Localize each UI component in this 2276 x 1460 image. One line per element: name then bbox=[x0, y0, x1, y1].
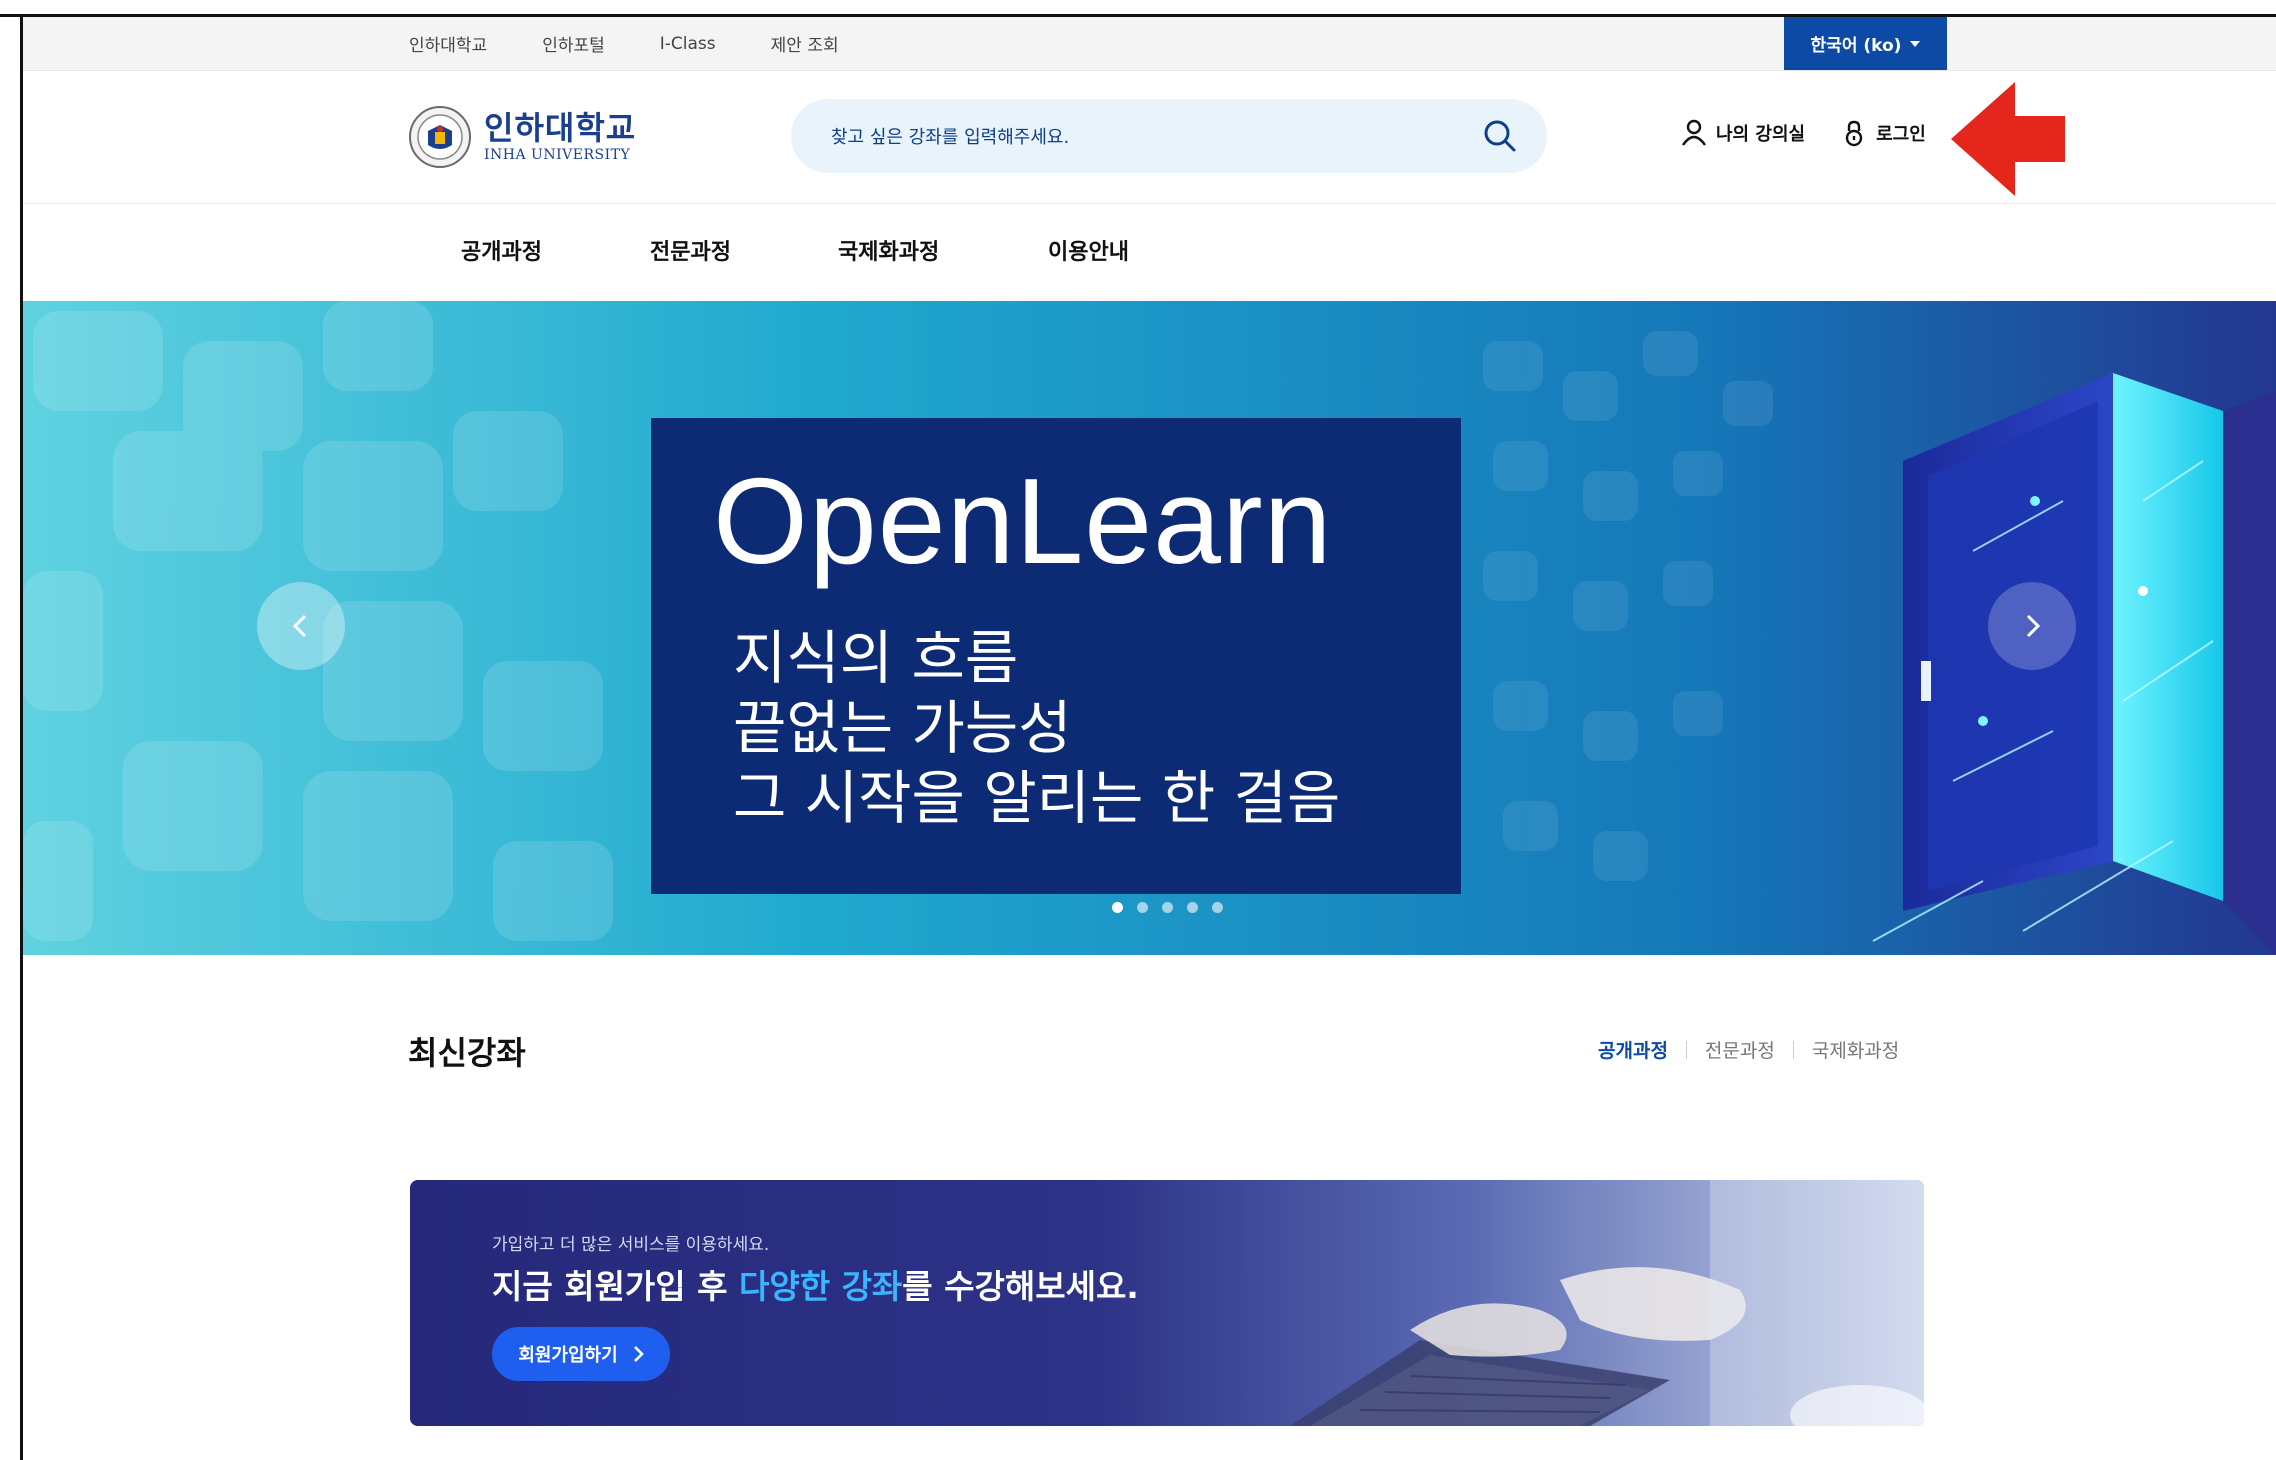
latest-lectures-title: 최신강좌 bbox=[408, 1034, 526, 1072]
signup-button[interactable]: 회원가입하기 bbox=[492, 1327, 670, 1381]
hero-title: OpenLearn bbox=[713, 453, 1333, 589]
tab-international-course[interactable]: 국제화과정 bbox=[1812, 1036, 1899, 1063]
main-nav: 공개과정 전문과정 국제화과정 이용안내 bbox=[23, 204, 2276, 300]
search-bar bbox=[791, 99, 1547, 175]
university-seal-icon bbox=[409, 106, 471, 168]
util-link-iclass[interactable]: I-Class bbox=[660, 34, 716, 54]
logo-korean: 인하대학교 bbox=[484, 109, 637, 147]
chevron-left-icon bbox=[292, 614, 307, 638]
site-logo[interactable]: 인하대학교 INHA UNIVERSITY bbox=[408, 104, 636, 170]
chevron-right-icon bbox=[2026, 614, 2041, 638]
tab-professional-course[interactable]: 전문과정 bbox=[1705, 1036, 1775, 1063]
hero-prev-button[interactable] bbox=[257, 582, 345, 670]
logo-english: INHA UNIVERSITY bbox=[484, 147, 631, 163]
nav-item-professional-course[interactable]: 전문과정 bbox=[650, 234, 731, 266]
signup-headline-post: 를 수강해보세요. bbox=[902, 1267, 1139, 1306]
hero-dot[interactable] bbox=[1187, 902, 1198, 913]
annotation-arrow-icon bbox=[1951, 82, 2065, 196]
hero-dot[interactable] bbox=[1212, 902, 1223, 913]
my-classroom-link[interactable]: 나의 강의실 bbox=[1681, 119, 1805, 147]
hero-subtitle: 지식의 흐름 끝없는 가능성 그 시작을 알리는 한 걸음 bbox=[733, 623, 1340, 833]
signup-headline-pre: 지금 회원가입 후 bbox=[492, 1267, 739, 1306]
language-select[interactable]: 한국어 (ko) bbox=[1784, 17, 1947, 70]
util-link-inha[interactable]: 인하대학교 bbox=[409, 31, 487, 56]
caret-down-icon bbox=[1910, 40, 1921, 47]
nav-item-guide[interactable]: 이용안내 bbox=[1048, 234, 1129, 266]
hero-dot[interactable] bbox=[1162, 902, 1173, 913]
nav-item-open-course[interactable]: 공개과정 bbox=[461, 234, 542, 266]
my-classroom-label: 나의 강의실 bbox=[1716, 124, 1806, 145]
signup-small-text: 가입하고 더 많은 서비스를 이용하세요. bbox=[492, 1235, 770, 1255]
hero-next-button[interactable] bbox=[1988, 582, 2076, 670]
utility-links: 인하대학교 인하포털 I-Class 제안 조회 bbox=[409, 17, 839, 70]
login-label: 로그인 bbox=[1876, 124, 1926, 145]
hero-subtitle-line: 끝없는 가능성 bbox=[733, 694, 1072, 762]
hero-dot[interactable] bbox=[1112, 902, 1123, 913]
search-icon[interactable] bbox=[1481, 117, 1519, 155]
tab-open-course[interactable]: 공개과정 bbox=[1598, 1036, 1668, 1063]
hero-banner: OpenLearn 지식의 흐름 끝없는 가능성 그 시작을 알리는 한 걸음 bbox=[23, 301, 2276, 955]
search-input[interactable] bbox=[829, 99, 1453, 175]
logo-text: 인하대학교 INHA UNIVERSITY bbox=[484, 112, 636, 162]
login-link[interactable]: 로그인 bbox=[1841, 119, 1926, 147]
lock-icon bbox=[1845, 120, 1863, 147]
util-link-portal[interactable]: 인하포털 bbox=[542, 31, 605, 56]
signup-headline-highlight: 다양한 강좌 bbox=[739, 1267, 903, 1306]
utility-bar: 인하대학교 인하포털 I-Class 제안 조회 한국어 (ko) bbox=[23, 17, 2276, 71]
tab-divider bbox=[1792, 1040, 1794, 1059]
hero-dot[interactable] bbox=[1137, 902, 1148, 913]
header: 인하대학교 INHA UNIVERSITY 나의 강의실 로그인 bbox=[23, 71, 2276, 204]
language-label: 한국어 (ko) bbox=[1810, 36, 1902, 56]
util-link-proposal[interactable]: 제안 조회 bbox=[771, 31, 839, 56]
hero-subtitle-line: 지식의 흐름 bbox=[733, 624, 1019, 692]
signup-banner: 가입하고 더 많은 서비스를 이용하세요. 지금 회원가입 후 다양한 강좌를 … bbox=[410, 1180, 1924, 1426]
hero-subtitle-line: 그 시작을 알리는 한 걸음 bbox=[733, 764, 1341, 832]
signup-headline: 지금 회원가입 후 다양한 강좌를 수강해보세요. bbox=[492, 1260, 1139, 1308]
latest-lectures-tabs: 공개과정 전문과정 국제화과정 bbox=[1598, 1036, 1899, 1063]
chevron-right-icon bbox=[633, 1346, 644, 1362]
header-links: 나의 강의실 로그인 bbox=[1681, 119, 1926, 147]
nav-item-international-course[interactable]: 국제화과정 bbox=[838, 234, 939, 266]
tab-divider bbox=[1685, 1040, 1687, 1059]
signup-button-label: 회원가입하기 bbox=[518, 1345, 618, 1366]
hero-pagination bbox=[1112, 902, 1223, 913]
user-icon bbox=[1682, 119, 1706, 146]
